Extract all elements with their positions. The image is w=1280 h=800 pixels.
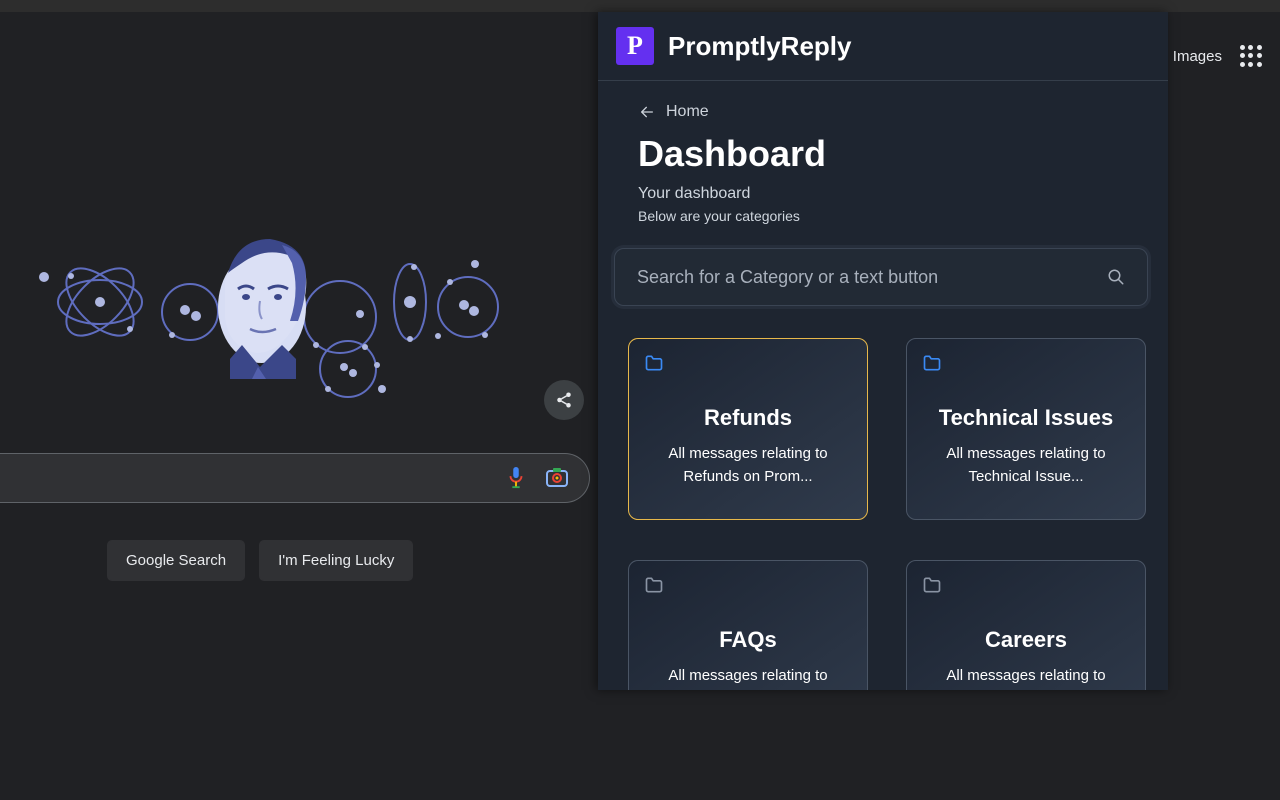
feeling-lucky-button[interactable]: I'm Feeling Lucky — [259, 540, 413, 581]
category-card[interactable]: Refunds All messages relating to Refunds … — [628, 338, 868, 520]
search-icon — [1107, 268, 1125, 286]
folder-icon — [921, 575, 943, 595]
image-search-icon[interactable] — [545, 466, 569, 490]
voice-search-icon[interactable] — [505, 465, 527, 491]
folder-icon — [643, 575, 665, 595]
folder-icon — [921, 353, 943, 373]
category-card-title: Careers — [923, 627, 1129, 653]
images-link[interactable]: Images — [1173, 48, 1222, 65]
category-card-title: Refunds — [645, 405, 851, 431]
share-icon — [555, 391, 573, 409]
page-title: Dashboard — [638, 133, 1140, 175]
breadcrumb-label: Home — [666, 103, 709, 121]
category-card[interactable]: Technical Issues All messages relating to… — [906, 338, 1146, 520]
arrow-left-icon — [638, 104, 656, 120]
panel-header: P PromptlyReply — [598, 12, 1168, 81]
panel-app-name: PromptlyReply — [668, 31, 852, 62]
category-card-desc: All messages relating to Refunds on Prom… — [645, 443, 851, 488]
page-subtitle: Your dashboard — [638, 185, 1140, 203]
browser-tab-strip — [0, 0, 1280, 12]
category-card-title: Technical Issues — [923, 405, 1129, 431]
category-cards-grid: Refunds All messages relating to Refunds … — [628, 338, 1140, 690]
category-search-box[interactable] — [614, 248, 1148, 306]
page-subcaption: Below are your categories — [638, 208, 1140, 224]
google-search-button[interactable]: Google Search — [107, 540, 245, 581]
category-search-input[interactable] — [637, 267, 1107, 288]
top-right-nav: Images — [1173, 45, 1262, 67]
category-card[interactable]: Careers All messages relating to Careers … — [906, 560, 1146, 690]
category-card-title: FAQs — [645, 627, 851, 653]
category-card-desc: All messages relating to Frequently Aske… — [645, 665, 851, 690]
breadcrumb-home[interactable]: Home — [638, 103, 1140, 121]
google-search-bar[interactable] — [0, 453, 590, 503]
category-card-desc: All messages relating to Technical Issue… — [923, 443, 1129, 488]
google-buttons-row: Google Search I'm Feeling Lucky — [107, 540, 413, 581]
promptlyreply-panel: P PromptlyReply Home Dashboard Your dash… — [598, 12, 1168, 690]
category-card-desc: All messages relating to Careers on Prom… — [923, 665, 1129, 690]
panel-logo: P — [616, 27, 654, 65]
folder-icon — [643, 353, 665, 373]
category-card[interactable]: FAQs All messages relating to Frequently … — [628, 560, 868, 690]
share-doodle-button[interactable] — [544, 380, 584, 420]
google-doodle[interactable] — [30, 227, 540, 407]
google-apps-icon[interactable] — [1240, 45, 1262, 67]
